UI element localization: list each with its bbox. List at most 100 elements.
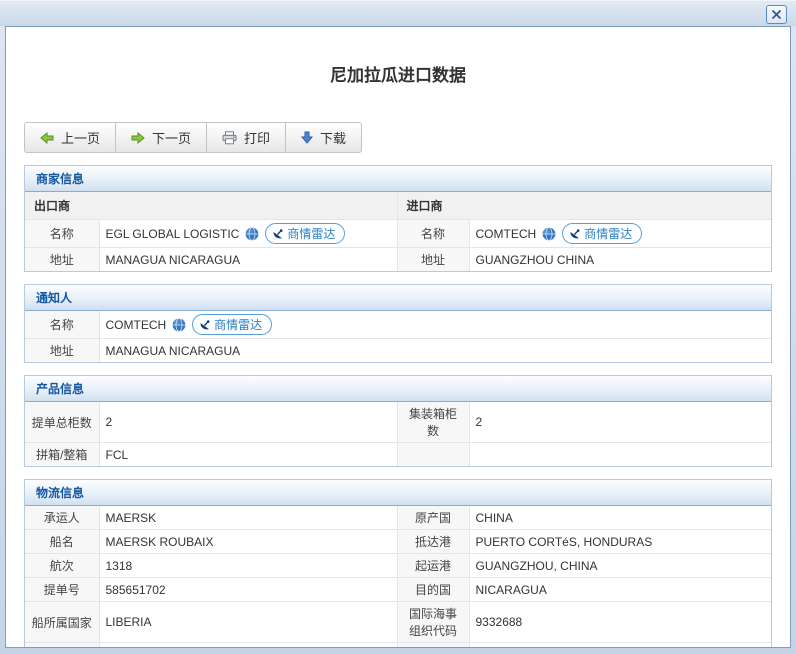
exporter-addr-label: 地址 — [25, 248, 99, 272]
field-value: GUANGZHOU, CHINA — [469, 554, 771, 578]
field-value: NICARAGUA — [469, 578, 771, 602]
importer-name-value: COMTECH — [476, 227, 537, 241]
product-table: 提单总柜数 2 集装箱柜数 2 拼箱/整箱 FCL — [25, 402, 771, 466]
section-merchant: 商家信息 出口商 进口商 名称 EGL GLOBAL LOGISTIC — [24, 165, 772, 272]
field-value: LIBERIA — [99, 602, 397, 643]
print-label: 打印 — [244, 128, 270, 147]
radar-badge[interactable]: 商情雷达 — [192, 314, 272, 335]
page-title: 尼加拉瓜进口数据 — [6, 61, 790, 86]
notify-name-label: 名称 — [25, 311, 99, 339]
printer-icon — [222, 131, 237, 145]
section-logistics-title: 物流信息 — [25, 480, 771, 506]
close-button[interactable] — [766, 5, 787, 24]
field-label: 集装箱柜数 — [397, 402, 469, 443]
next-page-label: 下一页 — [152, 128, 191, 147]
field-label: 原产国 — [397, 506, 469, 530]
notify-name-cell: COMTECH — [99, 311, 771, 339]
table-row: 名称 COMTECH — [25, 311, 771, 339]
field-label: 提单总柜数 — [25, 402, 99, 443]
section-merchant-title: 商家信息 — [25, 166, 771, 192]
satellite-dish-icon — [199, 319, 211, 331]
table-row: 提单号 585651702 目的国 NICARAGUA — [25, 578, 771, 602]
exporter-name-label: 名称 — [25, 220, 99, 248]
field-label: 集装箱号 — [25, 643, 99, 649]
field-label: 国际海事组织代码 — [397, 602, 469, 643]
table-row: 承运人 MAERSK 原产国 CHINA — [25, 506, 771, 530]
field-value: 2 — [99, 402, 397, 443]
field-value: 585651702 — [99, 578, 397, 602]
globe-icon[interactable] — [245, 227, 259, 241]
next-page-button[interactable]: 下一页 — [116, 123, 207, 152]
section-logistics: 物流信息 承运人 MAERSK 原产国 CHINA 船名 MAERSK ROUB… — [24, 479, 772, 648]
field-value: 2 — [469, 402, 771, 443]
exporter-name-value: EGL GLOBAL LOGISTIC — [106, 227, 240, 241]
field-value: 2013-06-23 — [469, 643, 771, 649]
field-label: 抵达港 — [397, 530, 469, 554]
table-row: 船名 MAERSK ROUBAIX 抵达港 PUERTO CORTéS, HON… — [25, 530, 771, 554]
field-label: 航次 — [25, 554, 99, 578]
importer-header: 进口商 — [397, 192, 771, 220]
section-product: 产品信息 提单总柜数 2 集装箱柜数 2 拼箱/整箱 FCL — [24, 375, 772, 467]
table-row: 地址 MANAGUA NICARAGUA 地址 GUANGZHOU CHINA — [25, 248, 771, 272]
field-label: 目的国 — [397, 578, 469, 602]
table-row: 集装箱号 MSKU4414182 到港日期 2013-06-23 — [25, 643, 771, 649]
field-value: 1318 — [99, 554, 397, 578]
field-value: CHINA — [469, 506, 771, 530]
field-value: MSKU4414182 — [99, 643, 397, 649]
field-label: 承运人 — [25, 506, 99, 530]
table-row: 航次 1318 起运港 GUANGZHOU, CHINA — [25, 554, 771, 578]
table-row: 提单总柜数 2 集装箱柜数 2 — [25, 402, 771, 443]
radar-badge-label: 商情雷达 — [214, 316, 262, 333]
importer-name-label: 名称 — [397, 220, 469, 248]
field-value — [469, 443, 771, 467]
radar-badge-label: 商情雷达 — [287, 225, 335, 242]
toolbar: 上一页 下一页 打印 — [24, 122, 362, 153]
exporter-name-cell: EGL GLOBAL LOGISTIC — [99, 220, 397, 248]
field-label: 拼箱/整箱 — [25, 443, 99, 467]
radar-badge[interactable]: 商情雷达 — [562, 223, 642, 244]
importer-addr-value: GUANGZHOU CHINA — [469, 248, 771, 272]
table-row: 地址 MANAGUA NICARAGUA — [25, 339, 771, 363]
radar-badge-label: 商情雷达 — [584, 225, 632, 242]
field-value: MAERSK ROUBAIX — [99, 530, 397, 554]
field-label — [397, 443, 469, 467]
notify-addr-label: 地址 — [25, 339, 99, 363]
dialog-window: 尼加拉瓜进口数据 上一页 下一页 — [0, 0, 796, 654]
prev-page-label: 上一页 — [61, 128, 100, 147]
blue-down-arrow-icon — [301, 131, 313, 144]
prev-page-button[interactable]: 上一页 — [25, 123, 116, 152]
close-icon — [771, 9, 782, 20]
download-button[interactable]: 下载 — [286, 123, 361, 152]
notify-name-value: COMTECH — [106, 318, 167, 332]
table-row: 拼箱/整箱 FCL — [25, 443, 771, 467]
field-label: 船所属国家 — [25, 602, 99, 643]
table-row: 船所属国家 LIBERIA 国际海事组织代码 9332688 — [25, 602, 771, 643]
globe-icon[interactable] — [542, 227, 556, 241]
notify-table: 名称 COMTECH — [25, 311, 771, 362]
field-label: 船名 — [25, 530, 99, 554]
table-row: 出口商 进口商 — [25, 192, 771, 220]
green-right-arrow-icon — [131, 132, 145, 144]
field-value: MAERSK — [99, 506, 397, 530]
field-value: PUERTO CORTéS, HONDURAS — [469, 530, 771, 554]
dialog-titlebar — [0, 0, 796, 26]
merchant-table: 出口商 进口商 名称 EGL GLOBAL LOGISTIC — [25, 192, 771, 271]
satellite-dish-icon — [272, 228, 284, 240]
importer-addr-label: 地址 — [397, 248, 469, 272]
dialog-content: 尼加拉瓜进口数据 上一页 下一页 — [5, 26, 791, 648]
importer-name-cell: COMTECH — [469, 220, 771, 248]
field-value: FCL — [99, 443, 397, 467]
field-value: 9332688 — [469, 602, 771, 643]
notify-addr-value: MANAGUA NICARAGUA — [99, 339, 771, 363]
satellite-dish-icon — [569, 228, 581, 240]
exporter-addr-value: MANAGUA NICARAGUA — [99, 248, 397, 272]
print-button[interactable]: 打印 — [207, 123, 286, 152]
section-notify-title: 通知人 — [25, 285, 771, 311]
globe-icon[interactable] — [172, 318, 186, 332]
exporter-header: 出口商 — [25, 192, 397, 220]
section-product-title: 产品信息 — [25, 376, 771, 402]
radar-badge[interactable]: 商情雷达 — [265, 223, 345, 244]
logistics-table: 承运人 MAERSK 原产国 CHINA 船名 MAERSK ROUBAIX 抵… — [25, 506, 771, 648]
green-left-arrow-icon — [40, 132, 54, 144]
download-label: 下载 — [320, 128, 346, 147]
